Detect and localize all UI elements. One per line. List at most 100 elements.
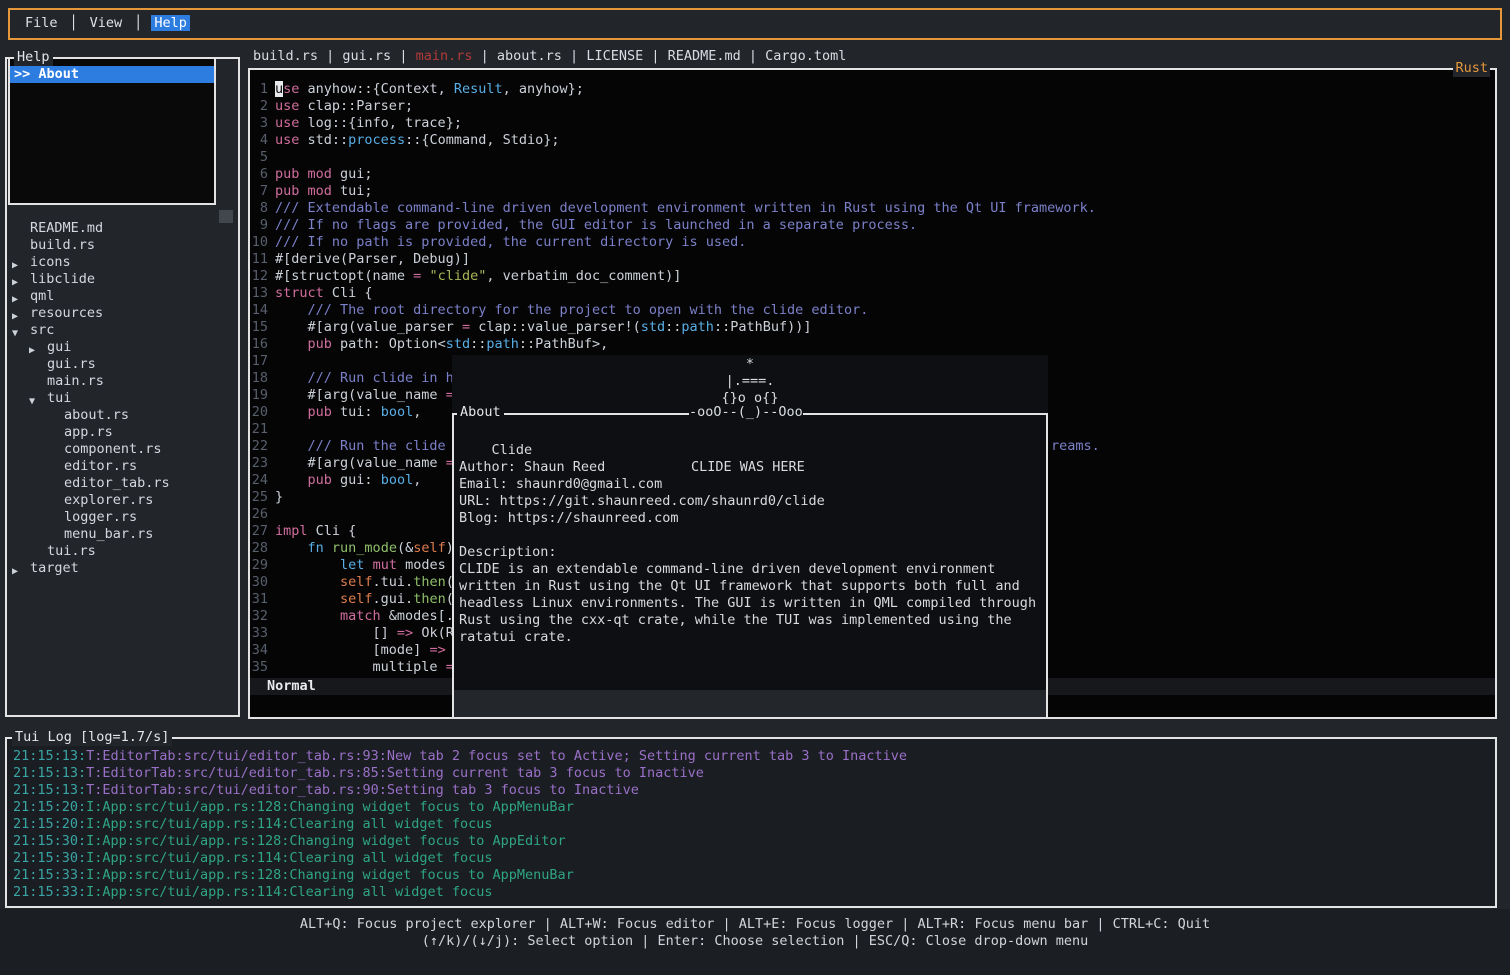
tree-item-explorer-rs[interactable]: explorer.rs — [7, 492, 238, 509]
tree-item-editor_tab-rs[interactable]: editor_tab.rs — [7, 475, 238, 492]
code-token: u — [275, 81, 283, 97]
code-line[interactable]: 11#[derive(Parser, Debug)] — [250, 251, 1493, 268]
code-line[interactable]: 5 — [250, 149, 1493, 166]
log-entry: 21:15:30:I:App:src/tui/app.rs:114:Cleari… — [13, 850, 1491, 867]
line-number: 16 — [250, 336, 268, 353]
tree-item-qml[interactable]: ▶qml — [7, 288, 238, 305]
tree-item-build-rs[interactable]: build.rs — [7, 237, 238, 254]
tab-separator: | — [643, 48, 667, 64]
log-message: I:App:src/tui/app.rs:114:Clearing all wi… — [86, 816, 492, 832]
code-token: multiple — [275, 659, 446, 675]
tree-item-label: resources — [30, 305, 103, 322]
tree-item-logger-rs[interactable]: logger.rs — [7, 509, 238, 526]
code-line[interactable]: 15 #[arg(value_parser = clap::value_pars… — [250, 319, 1493, 336]
code-line[interactable]: 2use clap::Parser; — [250, 98, 1493, 115]
code-line[interactable]: 1use anyhow::{Context, Result, anyhow}; — [250, 81, 1493, 98]
menu-separator: │ — [134, 15, 142, 31]
code-line[interactable]: 9/// If no flags are provided, the GUI e… — [250, 217, 1493, 234]
about-body-line: Rust using the cxx-qt crate, while the T… — [459, 612, 1044, 629]
code-token: gui: — [332, 472, 381, 488]
menu-item-file[interactable]: File — [22, 15, 61, 31]
tab-main-rs[interactable]: main.rs — [416, 48, 473, 64]
code-line[interactable]: 13struct Cli { — [250, 285, 1493, 302]
code-token: .gui. — [373, 591, 414, 607]
tree-item-resources[interactable]: ▶resources — [7, 305, 238, 322]
tree-item-target[interactable]: ▶target — [7, 560, 238, 577]
tree-item-menu_bar-rs[interactable]: menu_bar.rs — [7, 526, 238, 543]
code-token: (& — [397, 540, 413, 556]
code-token: => — [397, 625, 413, 641]
tree-item-editor-rs[interactable]: editor.rs — [7, 458, 238, 475]
tree-item-gui[interactable]: ▶gui — [7, 339, 238, 356]
code-line[interactable]: 12#[structopt(name = "clide", verbatim_d… — [250, 268, 1493, 285]
line-number: 12 — [250, 268, 268, 285]
code-token: use — [275, 132, 299, 148]
tab-build-rs[interactable]: build.rs — [253, 48, 318, 64]
code-token: impl — [275, 523, 308, 539]
explorer-scrollbar-thumb[interactable] — [219, 210, 233, 223]
tree-item-about-rs[interactable]: about.rs — [7, 407, 238, 424]
language-badge: Rust — [1453, 60, 1490, 77]
tree-item-tui-rs[interactable]: tui.rs — [7, 543, 238, 560]
code-token: tui; — [332, 183, 373, 199]
tab-README-md[interactable]: README.md — [668, 48, 741, 64]
log-entry: 21:15:30:I:App:src/tui/app.rs:128:Changi… — [13, 833, 1491, 850]
tree-item-app-rs[interactable]: app.rs — [7, 424, 238, 441]
log-timestamp: 21:15:33: — [13, 867, 86, 883]
tree-item-README-md[interactable]: README.md — [7, 220, 238, 237]
tree-item-label: explorer.rs — [64, 492, 153, 509]
line-number: 3 — [250, 115, 268, 132]
tab-about-rs[interactable]: about.rs — [497, 48, 562, 64]
code-line[interactable]: 6pub mod gui; — [250, 166, 1493, 183]
log-timestamp: 21:15:20: — [13, 816, 86, 832]
code-token: &modes[. — [381, 608, 454, 624]
line-number: 30 — [250, 574, 268, 591]
tab-gui-rs[interactable]: gui.rs — [342, 48, 391, 64]
about-ascii-feet: -ooO--(_)--Ooo — [689, 404, 803, 421]
code-token: pub — [308, 404, 332, 420]
code-line[interactable]: 14 /// The root directory for the projec… — [250, 302, 1493, 319]
log-entry: 21:15:13:T:EditorTab:src/tui/editor_tab.… — [13, 765, 1491, 782]
line-number: 9 — [250, 217, 268, 234]
tree-item-component-rs[interactable]: component.rs — [7, 441, 238, 458]
log-timestamp: 21:15:13: — [13, 748, 86, 764]
code-line[interactable]: 4use std::process::{Command, Stdio}; — [250, 132, 1493, 149]
tree-item-src[interactable]: ▼src — [7, 322, 238, 339]
code-line[interactable]: 10/// If no path is provided, the curren… — [250, 234, 1493, 251]
code-token — [275, 608, 340, 624]
code-line[interactable]: 16 pub path: Option<std::path::PathBuf>, — [250, 336, 1493, 353]
code-token: #[structopt(name — [275, 268, 413, 284]
tree-item-tui[interactable]: ▼tui — [7, 390, 238, 407]
code-token: bool — [381, 472, 414, 488]
code-token: ::PathBuf>, — [519, 336, 608, 352]
tree-item-libclide[interactable]: ▶libclide — [7, 271, 238, 288]
tab-LICENSE[interactable]: LICENSE — [586, 48, 643, 64]
code-token: .tui. — [373, 574, 414, 590]
code-token — [299, 166, 307, 182]
tree-item-label: gui — [47, 339, 71, 356]
code-line[interactable]: 8/// Extendable command-line driven deve… — [250, 200, 1493, 217]
menu-item-view[interactable]: View — [87, 15, 126, 31]
tab-Cargo-toml[interactable]: Cargo.toml — [765, 48, 846, 64]
code-token: Result — [454, 81, 503, 97]
tree-item-icons[interactable]: ▶icons — [7, 254, 238, 271]
log-entry: 21:15:13:T:EditorTab:src/tui/editor_tab.… — [13, 782, 1491, 799]
code-line[interactable]: 7pub mod tui; — [250, 183, 1493, 200]
code-fragment-right-of-popup: reams. — [1051, 438, 1100, 455]
code-token: :: — [665, 319, 681, 335]
menu-item-help[interactable]: Help — [151, 15, 190, 31]
code-line[interactable]: 3use log::{info, trace}; — [250, 115, 1493, 132]
code-token: mut — [373, 557, 397, 573]
tree-item-main-rs[interactable]: main.rs — [7, 373, 238, 390]
code-token: std:: — [299, 132, 348, 148]
about-body-line: URL: https://git.shaunreed.com/shaunrd0/… — [459, 493, 1044, 510]
code-token: path — [486, 336, 519, 352]
tree-item-gui-rs[interactable]: gui.rs — [7, 356, 238, 373]
dropdown-item-about[interactable]: >> About — [10, 66, 214, 83]
line-number: 15 — [250, 319, 268, 336]
about-body-line: Description: — [459, 544, 1044, 561]
log-message: T:EditorTab:src/tui/editor_tab.rs:85:Set… — [86, 765, 704, 781]
about-popup-filler — [454, 690, 1046, 717]
code-token: /// If no path is provided, the current … — [275, 234, 746, 250]
log-message: T:EditorTab:src/tui/editor_tab.rs:93:New… — [86, 748, 907, 764]
